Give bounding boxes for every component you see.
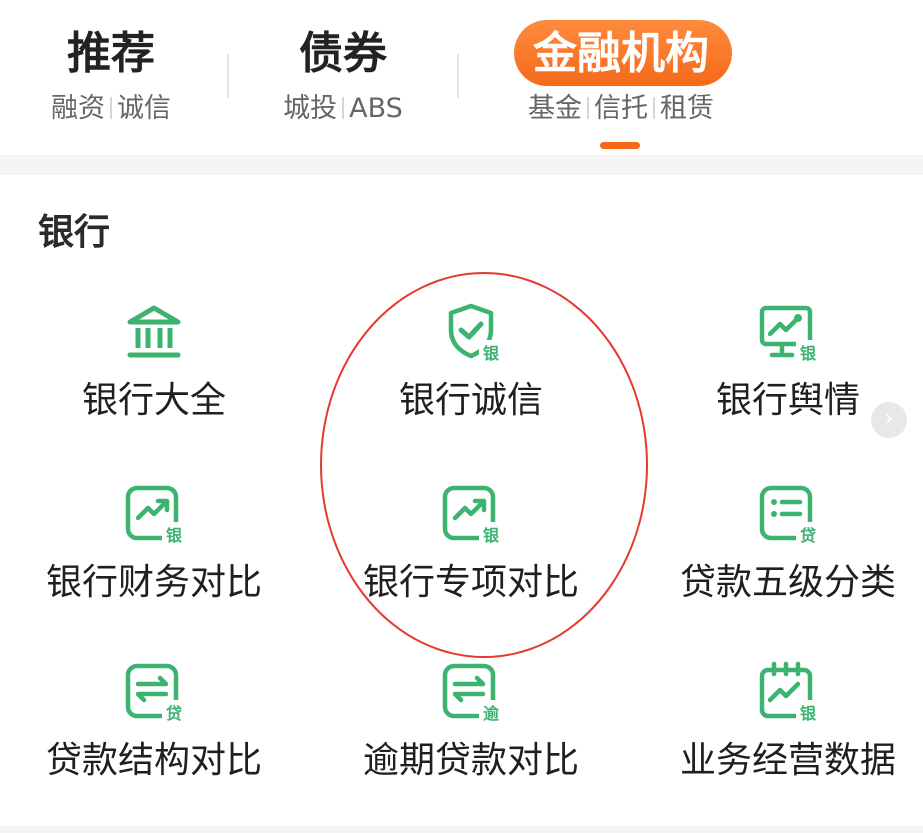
grid-item-label: 银行大全 bbox=[81, 380, 226, 421]
tab-recommend[interactable]: 推荐 融资 诚信 bbox=[30, 0, 192, 155]
icon-badge: 银 bbox=[483, 344, 500, 363]
grid-item-loan-structure-comparison[interactable]: 贷 贷款结构对比 bbox=[4, 660, 304, 810]
grid-item-bank-financial-comparison[interactable]: 银 银行财务对比 bbox=[4, 482, 304, 632]
icon-badge: 贷 bbox=[166, 704, 182, 723]
icon-badge: 银 bbox=[800, 704, 817, 723]
grid-item-bank-special-comparison[interactable]: 银 银行专项对比 bbox=[321, 482, 621, 632]
separator bbox=[342, 97, 345, 119]
tab-sub-item: 基金 bbox=[528, 93, 582, 124]
grid-item-label: 银行诚信 bbox=[398, 380, 543, 421]
tab-title: 金融机构 bbox=[533, 28, 709, 79]
exchange-icon: 贷 bbox=[122, 660, 186, 724]
list-icon: 贷 bbox=[756, 482, 820, 546]
grid-item-bank-directory[interactable]: 银行大全 bbox=[4, 300, 304, 450]
tab-divider bbox=[227, 54, 229, 98]
tab-bonds[interactable]: 债券 城投 ABS bbox=[262, 0, 424, 155]
tab-sub-item: ABS bbox=[349, 93, 403, 124]
trend-chart-icon: 银 bbox=[439, 482, 503, 546]
tab-sub-item: 租赁 bbox=[660, 93, 714, 124]
grid-item-bank-credit[interactable]: 银 银行诚信 bbox=[321, 300, 621, 450]
tab-sub-item: 诚信 bbox=[117, 93, 171, 124]
category-tab-bar: 推荐 融资 诚信 债券 城投 ABS 金融机构 基金 信托 租赁 bbox=[0, 0, 923, 155]
grid-item-label: 贷款结构对比 bbox=[45, 740, 262, 781]
tab-sub-item: 城投 bbox=[283, 93, 338, 124]
separator bbox=[653, 97, 655, 119]
tab-subtitle: 融资 诚信 bbox=[30, 92, 192, 126]
icon-badge: 银 bbox=[800, 344, 817, 363]
icon-badge: 贷 bbox=[800, 526, 816, 545]
calendar-chart-icon: 银 bbox=[756, 660, 820, 724]
bottom-separator bbox=[0, 826, 923, 833]
icon-badge: 银 bbox=[166, 526, 183, 545]
shield-check-icon: 银 bbox=[439, 300, 503, 364]
separator bbox=[110, 97, 112, 119]
tab-subtitle: 基金 信托 租赁 bbox=[506, 92, 736, 126]
exchange-icon: 逾 bbox=[439, 660, 503, 724]
grid-item-business-operation-data[interactable]: 银 业务经营数据 bbox=[638, 660, 923, 810]
tab-sub-item: 信托 bbox=[594, 93, 648, 124]
monitor-chart-icon: 银 bbox=[756, 300, 820, 364]
section-separator bbox=[0, 155, 923, 175]
tab-financial-institutions[interactable]: 金融机构 基金 信托 租赁 bbox=[506, 0, 736, 155]
chevron-right-icon: › bbox=[884, 406, 894, 431]
bank-building-icon bbox=[122, 300, 186, 364]
separator bbox=[587, 97, 589, 119]
grid-item-label: 业务经营数据 bbox=[679, 740, 896, 781]
icon-badge: 银 bbox=[483, 526, 500, 545]
grid-item-loan-classification[interactable]: 贷 贷款五级分类 bbox=[638, 482, 923, 632]
grid-item-label: 银行专项对比 bbox=[362, 562, 579, 603]
tab-divider bbox=[457, 54, 459, 98]
tab-subtitle: 城投 ABS bbox=[262, 92, 424, 126]
scroll-right-button[interactable]: › bbox=[871, 402, 907, 438]
trend-chart-icon: 银 bbox=[122, 482, 186, 546]
grid-item-overdue-loan-comparison[interactable]: 逾 逾期贷款对比 bbox=[321, 660, 621, 810]
grid-item-label: 逾期贷款对比 bbox=[362, 740, 579, 781]
grid-item-label: 银行财务对比 bbox=[45, 562, 262, 603]
icon-badge: 逾 bbox=[483, 704, 500, 723]
grid-item-label: 贷款五级分类 bbox=[679, 562, 896, 603]
tab-title: 债券 bbox=[299, 28, 387, 79]
tab-sub-item: 融资 bbox=[51, 93, 105, 124]
section-title: 银行 bbox=[38, 212, 111, 253]
tab-title: 推荐 bbox=[67, 28, 155, 79]
active-tab-indicator bbox=[600, 142, 640, 149]
